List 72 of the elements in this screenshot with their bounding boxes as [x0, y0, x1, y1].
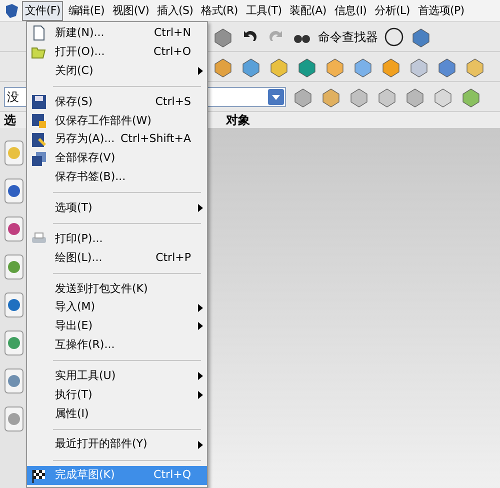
menu-item[interactable]: 属性(I): [27, 404, 207, 424]
menu-bar-item[interactable]: 分析(L): [372, 0, 413, 20]
menu-item-label: 打印(P)...: [55, 230, 103, 247]
menu-item-label: 选项(T): [55, 200, 92, 216]
menu-item-label: 实用工具(U): [55, 368, 116, 384]
menu-bar-item[interactable]: 首选项(P): [414, 0, 468, 20]
menu-item[interactable]: 最近打开的部件(Y): [27, 435, 207, 454]
menu-item[interactable]: 保存书签(B)...: [27, 168, 207, 187]
menu-bar-item[interactable]: 格式(R): [198, 0, 241, 20]
menu-item[interactable]: 绘图(L)... Ctrl+P: [27, 248, 207, 268]
menu-item-label: 导入(M): [55, 299, 96, 316]
status-text: 对象: [226, 112, 250, 129]
menu-item[interactable]: 打印(P)...: [27, 230, 207, 248]
shortcut-label: Ctrl+Q: [152, 467, 192, 484]
circle-icon[interactable]: [384, 26, 404, 46]
resource-tab-icon[interactable]: [4, 254, 24, 280]
resource-tab-icon[interactable]: [4, 406, 24, 432]
shortcut-label: Ctrl+S: [154, 94, 192, 110]
menu-item-label: 绘图(L)...: [55, 250, 102, 266]
menu-item[interactable]: 选项(T): [27, 198, 207, 218]
menu-item[interactable]: 互操作(R)...: [27, 336, 207, 355]
resource-tab-icon[interactable]: [4, 178, 24, 204]
menu-item[interactable]: 发送到打包文件(K): [27, 279, 207, 298]
menu-item-label: 保存(S): [55, 94, 93, 110]
document-icon: [31, 25, 47, 42]
menu-bar-item[interactable]: 插入(S): [154, 0, 196, 20]
menu-item-label: 属性(I): [55, 406, 89, 422]
menu-item-label: 互操作(R)...: [55, 337, 115, 354]
menu-item[interactable]: 另存为(A)... Ctrl+Shift+A: [27, 130, 207, 150]
shortcut-label: Ctrl+P: [154, 250, 192, 266]
menu-item-label: 仅保存工作部件(W): [55, 112, 152, 129]
menu-item[interactable]: 保存(S) Ctrl+S: [27, 92, 207, 112]
menu-item[interactable]: 打开(O)... Ctrl+O: [27, 42, 207, 62]
shortcut-label: Ctrl+N: [152, 25, 192, 42]
menu-item[interactable]: 导出(E): [27, 317, 207, 336]
menu-item-label: 新建(N)...: [55, 25, 104, 42]
filter-value: 没: [6, 88, 19, 106]
menu-item-label: 全部保存(V): [55, 150, 116, 166]
menu-item[interactable]: 导入(M): [27, 298, 207, 318]
menu-bar-item[interactable]: 工具(T): [242, 0, 285, 20]
menu-item-label: 另存为(A)...: [55, 131, 115, 148]
menu-item-label: 关闭(C): [55, 62, 94, 79]
stacked-disks-icon: [31, 150, 47, 167]
menu-bar-item[interactable]: 装配(A): [286, 0, 330, 20]
resource-tab-icon[interactable]: [4, 216, 24, 242]
shortcut-label: Ctrl+O: [152, 44, 192, 60]
checkered-flag-icon: [31, 468, 47, 484]
menu-item-label: 保存书签(B)...: [55, 169, 126, 186]
menu-bar-item[interactable]: 视图(V): [109, 0, 152, 20]
menu-item-label: 导出(E): [55, 318, 93, 334]
menu-item-label: 打开(O)...: [55, 44, 105, 60]
menu-bar-item[interactable]: 信息(I): [331, 0, 370, 20]
menu-bar-item[interactable]: 编辑(E): [65, 0, 108, 20]
resource-tab-icon[interactable]: [4, 368, 24, 394]
command-finder-label[interactable]: 命令查找器: [318, 28, 378, 46]
resource-tab-icon[interactable]: [4, 140, 24, 166]
menu-item[interactable]: 仅保存工作部件(W): [27, 111, 207, 130]
menu-item[interactable]: 全部保存(V): [27, 149, 207, 168]
menu-item-label: 发送到打包文件(K): [55, 280, 148, 296]
menu-item-label: 最近打开的部件(Y): [55, 436, 148, 452]
resource-tab-icon[interactable]: [4, 330, 24, 356]
menu-bar-item[interactable]: 文件(F): [22, 0, 64, 20]
shortcut-label: Ctrl+Shift+A: [119, 131, 192, 148]
app-logo-icon[interactable]: [4, 2, 20, 18]
menu-item-label: 完成草图(K): [55, 467, 115, 484]
resource-tab-icon[interactable]: [4, 292, 24, 318]
menu-item[interactable]: 执行(T): [27, 386, 207, 404]
menu-item[interactable]: 实用工具(U): [27, 366, 207, 386]
status-text: 选: [4, 112, 16, 129]
menu-item[interactable]: 新建(N)... Ctrl+N: [27, 24, 207, 43]
menu-item-label: 执行(T): [55, 386, 92, 403]
menu-item[interactable]: 关闭(C): [27, 62, 207, 81]
